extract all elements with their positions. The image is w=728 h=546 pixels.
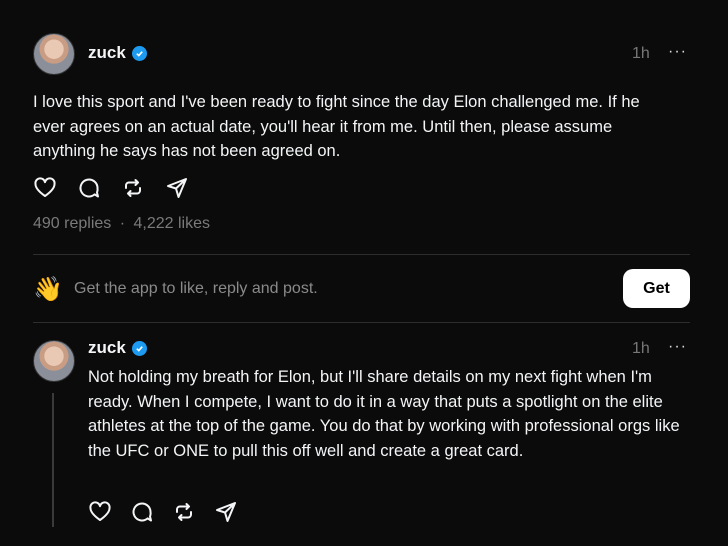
stats-separator: ·: [119, 215, 126, 232]
reply-icon[interactable]: [77, 176, 101, 200]
waving-hand-icon: 👋: [33, 276, 63, 303]
username[interactable]: zuck: [88, 338, 126, 358]
thread-line: [52, 393, 54, 527]
verified-badge-icon: [131, 340, 147, 356]
divider: [33, 254, 690, 255]
verified-badge-icon: [131, 45, 147, 61]
username[interactable]: zuck: [88, 43, 126, 63]
share-icon[interactable]: [214, 500, 238, 524]
post-time: 1h: [632, 45, 650, 62]
more-options-icon[interactable]: ···: [668, 43, 687, 61]
likes-count[interactable]: 4,222 likes: [134, 215, 211, 232]
post-text: Not holding my breath for Elon, but I'll…: [88, 368, 680, 460]
post-text: I love this sport and I've been ready to…: [33, 93, 640, 160]
repost-icon[interactable]: [121, 176, 145, 200]
share-icon[interactable]: [165, 176, 189, 200]
divider: [33, 322, 690, 323]
more-options-icon[interactable]: ···: [668, 338, 687, 356]
repost-icon[interactable]: [172, 500, 196, 524]
avatar[interactable]: [33, 33, 75, 75]
heart-icon[interactable]: [33, 176, 57, 200]
reply-icon[interactable]: [130, 500, 154, 524]
cta-text: Get the app to like, reply and post.: [74, 280, 318, 297]
heart-icon[interactable]: [88, 500, 112, 524]
get-app-button[interactable]: Get: [623, 269, 690, 308]
post-time: 1h: [632, 340, 650, 357]
avatar[interactable]: [33, 340, 75, 382]
replies-count[interactable]: 490 replies: [33, 215, 111, 232]
